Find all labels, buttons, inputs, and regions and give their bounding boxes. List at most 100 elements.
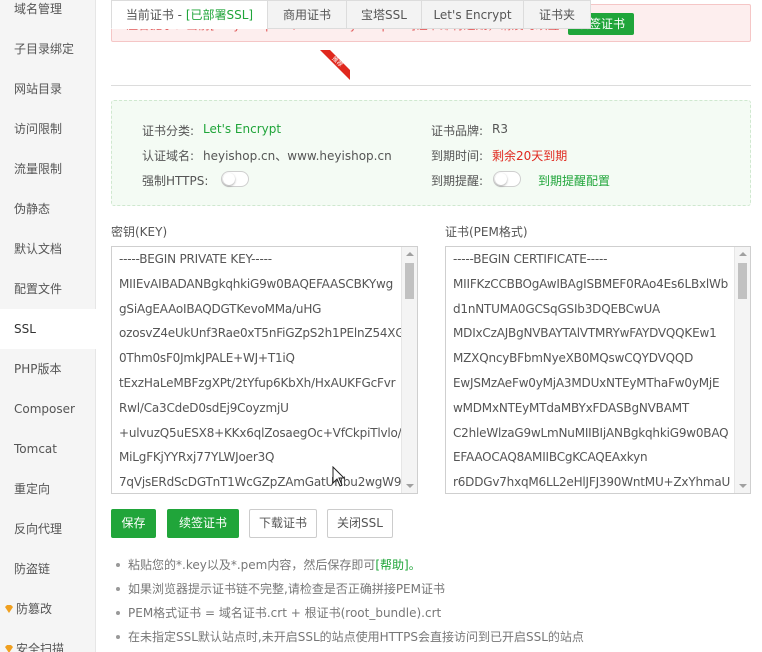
tab-status: [已部署SSL] xyxy=(185,8,254,22)
certificate-textarea[interactable]: -----BEGIN CERTIFICATE----- MIIFKzCCBBOg… xyxy=(445,246,751,494)
sidebar-item-subdirectory-binding[interactable]: 子目录绑定 xyxy=(0,29,96,69)
expiry-remind-config-link[interactable]: 到期提醒配置 xyxy=(538,172,610,189)
tab-lets-encrypt[interactable]: Let's Encrypt xyxy=(421,0,524,29)
tip-text: 如果浏览器提示证书链不完整,请检查是否正确拼接PEM证书 xyxy=(128,582,445,596)
code-line: Rwl/Ca3CdeD0sdEj9CoyzmjU xyxy=(119,400,289,415)
cert-category-value: Let's Encrypt xyxy=(203,122,282,136)
code-line: MIIFKzCCBBOgAwIBAgISBMEF0RAo4Es6LBxlWb xyxy=(453,276,729,291)
cert-expiry-value: 剩余20天到期 xyxy=(492,149,568,163)
cert-brand-label: 证书品牌: xyxy=(431,124,484,138)
code-line: +ulvuzQ5uESX8+KKx6qlZosaegOc+VfCkpiTlvlo… xyxy=(119,425,402,440)
sidebar-item-label: 流量限制 xyxy=(14,162,63,176)
code-line: 0Thm0sF0JmkJPALE+WJ+T1iQ xyxy=(119,351,295,366)
cert-info-panel: 证书分类: Let's Encrypt 证书品牌: R3 认证域名: heyis… xyxy=(111,100,751,206)
tips-list: 粘贴您的*.key以及*.pem内容，然后保存即可[帮助]。 如果浏览器提示证书… xyxy=(114,555,584,651)
tip-item: PEM格式证书 = 域名证书.crt + 根证书(root_bundle).cr… xyxy=(114,603,584,627)
sidebar-item-php-version[interactable]: PHP版本 xyxy=(0,349,96,389)
tip-item: 在未指定SSL默认站点时,未开启SSL的站点使用HTTPS会直接访问到已开启SS… xyxy=(114,627,584,651)
key-scrollbar[interactable] xyxy=(401,247,417,493)
code-line: C2hleWlzaG9wLmNuMIIBIjANBgkqhkiG9w0BAQ xyxy=(453,425,729,440)
sidebar-item-label: PHP版本 xyxy=(14,362,62,376)
tab-label: 证书夹 xyxy=(538,8,575,22)
tabs-divider xyxy=(111,85,751,86)
code-line: MDIxCzAJBgNVBAYTAlVTMRYwFAYDVQQKEw1 xyxy=(453,326,717,341)
sidebar-item-tamper-protection[interactable]: 防篡改 xyxy=(0,589,96,629)
force-https-toggle[interactable] xyxy=(221,171,249,187)
sidebar-item-config-file[interactable]: 配置文件 xyxy=(0,269,96,309)
sidebar-item-tomcat[interactable]: Tomcat xyxy=(0,429,96,469)
sidebar-item-reverse-proxy[interactable]: 反向代理 xyxy=(0,509,96,549)
sidebar-item-rewrite[interactable]: 伪静态 xyxy=(0,189,96,229)
code-line: -----BEGIN PRIVATE KEY----- xyxy=(119,252,272,266)
tip-item: 如果浏览器提示证书链不完整,请检查是否正确拼接PEM证书 xyxy=(114,579,584,603)
sidebar-item-site-directory[interactable]: 网站目录 xyxy=(0,69,96,109)
sidebar-item-redirect[interactable]: 重定向 xyxy=(0,469,96,509)
cert-box-label: 证书(PEM格式) xyxy=(445,225,528,239)
sidebar-item-label: 子目录绑定 xyxy=(14,42,75,56)
tip-text: 在未指定SSL默认站点时,未开启SSL的站点使用HTTPS会直接访问到已开启SS… xyxy=(128,630,584,644)
tip-text: PEM格式证书 = 域名证书.crt + 根证书(root_bundle).cr… xyxy=(128,606,442,620)
cert-brand-value: R3 xyxy=(492,122,508,136)
code-line: tExzHaLeMBFzgXPt/2tYfup6KbXh/HxAUKFGcFvr xyxy=(119,375,396,390)
diamond-icon xyxy=(5,605,13,613)
sidebar-item-security-scan[interactable]: 安全扫描 xyxy=(0,629,96,652)
private-key-content: -----BEGIN PRIVATE KEY----- MIIEvAIBADAN… xyxy=(119,247,405,493)
expiry-remind-toggle[interactable] xyxy=(493,171,521,187)
code-line: d1nNTUMA0GCSqGSIb3DQEBCwUA xyxy=(453,301,661,316)
tip-item: 粘贴您的*.key以及*.pem内容，然后保存即可[帮助]。 xyxy=(114,555,584,579)
mouse-cursor-icon xyxy=(332,466,346,487)
sidebar-item-label: 访问限制 xyxy=(14,122,63,136)
expiry-remind-label: 到期提醒: xyxy=(431,174,484,188)
sidebar-item-label: Composer xyxy=(14,402,75,416)
sidebar-item-label: 伪静态 xyxy=(14,202,51,216)
sidebar-item-label: 域名管理 xyxy=(14,2,63,16)
scroll-thumb[interactable] xyxy=(405,263,414,299)
code-line: gSiAgEAAoIBAQDGTKevoMMa/uHG xyxy=(119,301,322,316)
cert-domain-label: 认证域名: xyxy=(142,149,195,163)
tab-label: 当前证书 - xyxy=(125,8,186,22)
sidebar-item-label: 安全扫描 xyxy=(16,642,65,652)
sidebar-item-access-restriction[interactable]: 访问限制 xyxy=(0,109,96,149)
sidebar-item-domain-management[interactable]: 域名管理 xyxy=(0,0,96,29)
help-link[interactable]: [帮助]。 xyxy=(375,558,420,572)
cert-scrollbar[interactable] xyxy=(734,247,750,493)
scroll-down-icon[interactable] xyxy=(739,484,747,488)
key-box-label: 密钥(KEY) xyxy=(111,225,168,239)
renew-cert-button[interactable]: 续签证书 xyxy=(167,509,239,538)
save-button[interactable]: 保存 xyxy=(111,509,156,538)
cert-domain-value: heyishop.cn、www.heyishop.cn xyxy=(203,149,392,163)
sidebar-item-composer[interactable]: Composer xyxy=(0,389,96,429)
sidebar-item-hotlink-protection[interactable]: 防盗链 xyxy=(0,549,96,589)
cert-expiry-label: 到期时间: xyxy=(431,149,484,163)
recommend-ribbon-icon: 推荐 xyxy=(320,50,350,80)
tab-label: 宝塔SSL xyxy=(361,8,407,22)
scroll-up-icon[interactable] xyxy=(739,252,747,256)
diamond-icon xyxy=(5,645,13,652)
private-key-textarea[interactable]: -----BEGIN PRIVATE KEY----- MIIEvAIBADAN… xyxy=(111,246,418,494)
code-line: MZXQncyBFbmNyeXB0MQswCQYDVQQD xyxy=(453,351,694,366)
code-line: r6DDGv7hxqM6LL2eHlJFJ390WntMU+ZxYhmaU xyxy=(453,475,731,490)
tab-commercial-cert[interactable]: 商用证书 xyxy=(267,0,347,29)
tip-text: 粘贴您的*.key以及*.pem内容，然后保存即可 xyxy=(128,558,376,572)
tab-cert-folder[interactable]: 证书夹 xyxy=(523,0,591,29)
sidebar-item-label: 配置文件 xyxy=(14,282,63,296)
scroll-up-icon[interactable] xyxy=(406,252,414,256)
scroll-down-icon[interactable] xyxy=(406,484,414,488)
sidebar-item-label: SSL xyxy=(14,322,36,336)
tab-label: 商用证书 xyxy=(282,8,331,22)
code-line: EwJSMzAeFw0yMjA3MDUxNTEyMThaFw0yMjE xyxy=(453,375,720,390)
code-line: -----BEGIN CERTIFICATE----- xyxy=(453,252,608,266)
code-line: MIIEvAIBADANBgkqhkiG9w0BAQEFAASCBKYwg xyxy=(119,276,394,291)
sidebar-item-default-document[interactable]: 默认文档 xyxy=(0,229,96,269)
sidebar-item-label: 网站目录 xyxy=(14,82,63,96)
close-ssl-button[interactable]: 关闭SSL xyxy=(327,509,393,538)
sidebar-item-ssl[interactable]: SSL xyxy=(0,309,97,349)
tab-current-cert[interactable]: 当前证书 - [已部署SSL] xyxy=(111,0,268,29)
cert-category-label: 证书分类: xyxy=(142,124,195,138)
sidebar-item-traffic-limit[interactable]: 流量限制 xyxy=(0,149,96,189)
sidebar-item-label: 防盗链 xyxy=(14,562,51,576)
download-cert-button[interactable]: 下载证书 xyxy=(249,509,317,538)
scroll-thumb[interactable] xyxy=(738,263,747,299)
code-line: EFAAOCAQ8AMIIBCgKCAQEAxkyn xyxy=(453,450,648,465)
tab-bt-ssl[interactable]: 宝塔SSL xyxy=(346,0,422,29)
